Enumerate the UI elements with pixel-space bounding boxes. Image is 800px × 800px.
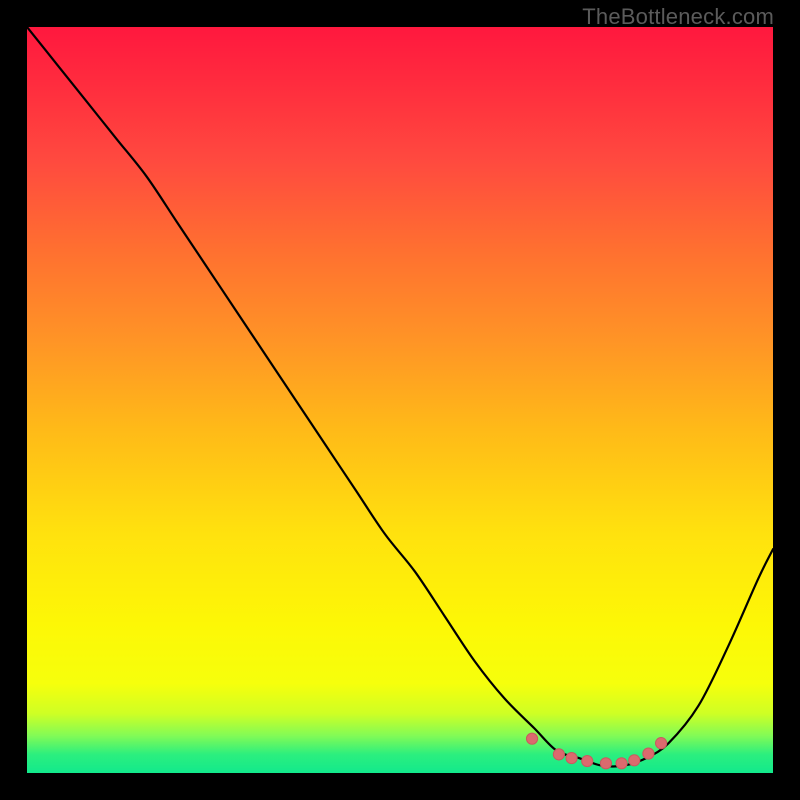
- optimum-dot: [629, 755, 640, 766]
- optimum-dot: [553, 749, 564, 760]
- curve-layer: [27, 27, 773, 773]
- optimum-dot: [582, 755, 593, 766]
- optimum-dot: [526, 733, 537, 744]
- plot-area: [27, 27, 773, 773]
- bottleneck-curve-path: [27, 27, 773, 766]
- optimum-dot: [566, 752, 577, 763]
- watermark-text: TheBottleneck.com: [582, 4, 774, 30]
- optimum-dot: [600, 758, 611, 769]
- optimum-dot: [643, 748, 654, 759]
- chart-frame: TheBottleneck.com: [0, 0, 800, 800]
- optimum-dot: [656, 738, 667, 749]
- optimum-dot: [616, 758, 627, 769]
